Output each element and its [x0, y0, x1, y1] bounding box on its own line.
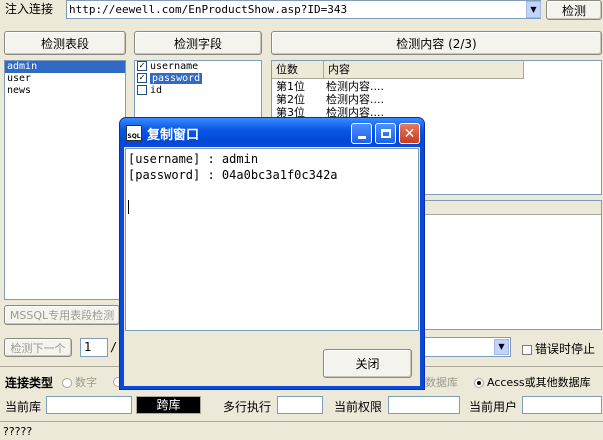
- dialog-body: [username] : admin [password] : 04a0bc3a…: [124, 147, 420, 386]
- multi-exec-input[interactable]: [277, 396, 323, 414]
- current-db-label: 当前库: [5, 400, 42, 414]
- radio-access[interactable]: Access或其他数据库: [474, 374, 591, 390]
- detect-fields-button[interactable]: 检测字段: [134, 31, 262, 55]
- minimize-icon[interactable]: [351, 123, 372, 144]
- table-row[interactable]: 第1位 检测内容....: [276, 80, 384, 93]
- page-separator: /: [110, 340, 118, 354]
- radio-number[interactable]: 数字: [62, 374, 97, 390]
- field-item-id[interactable]: id: [135, 85, 261, 97]
- url-input[interactable]: http://eewell.com/EnProductShow.asp?ID=3…: [66, 0, 541, 19]
- field-name: id: [150, 85, 163, 96]
- column-header[interactable]: 位数: [272, 61, 324, 79]
- detect-tables-button[interactable]: 检测表段: [4, 31, 126, 55]
- close-icon[interactable]: ✕: [399, 123, 420, 144]
- chevron-down-icon[interactable]: ▼: [494, 339, 509, 355]
- current-user-label: 当前用户: [469, 400, 518, 414]
- copy-dialog: SQL 复制窗口 ✕ [username] : admin [password]…: [119, 117, 425, 390]
- select-dropdown[interactable]: ▼: [418, 337, 511, 357]
- dialog-title: 复制窗口: [147, 128, 200, 143]
- list-item[interactable]: news: [5, 85, 125, 97]
- table-row[interactable]: 第2位 检测内容....: [276, 93, 384, 106]
- current-perm-label: 当前权限: [334, 400, 383, 414]
- status-bar: ?????: [0, 421, 603, 440]
- detect-button[interactable]: 检测: [546, 0, 602, 20]
- copy-textarea[interactable]: [username] : admin [password] : 04a0bc3a…: [125, 148, 419, 331]
- checkbox-checked-icon[interactable]: ✓: [137, 61, 147, 71]
- url-text: http://eewell.com/EnProductShow.asp?ID=3…: [69, 3, 348, 16]
- list-item[interactable]: admin: [5, 61, 125, 73]
- dialog-titlebar[interactable]: SQL 复制窗口 ✕: [120, 118, 424, 147]
- field-item-username[interactable]: ✓ username: [135, 61, 261, 73]
- tables-list[interactable]: admin user news: [4, 60, 126, 300]
- fields-list[interactable]: ✓ username ✓ password id: [134, 60, 262, 120]
- error-stop-label: 错误时停止: [535, 342, 596, 356]
- checkbox-icon[interactable]: [522, 344, 532, 355]
- url-dropdown-button[interactable]: ▼: [526, 1, 541, 18]
- close-button[interactable]: 关闭: [323, 349, 412, 378]
- text-cursor: [128, 200, 129, 214]
- column-header[interactable]: 内容: [324, 61, 524, 79]
- conn-type-label: 连接类型: [5, 376, 54, 390]
- field-item-password[interactable]: ✓ password: [135, 73, 261, 85]
- current-db-input[interactable]: [46, 396, 132, 414]
- next-button[interactable]: 检测下一个: [4, 338, 72, 357]
- radio-selected-icon[interactable]: [474, 378, 484, 388]
- field-name: username: [150, 61, 199, 72]
- checkbox-icon[interactable]: [137, 85, 147, 95]
- maximize-icon[interactable]: [375, 123, 396, 144]
- sql-file-icon: SQL: [126, 125, 142, 141]
- list-item[interactable]: user: [5, 73, 125, 85]
- cross-db-button[interactable]: 跨库: [136, 396, 201, 414]
- error-stop-option[interactable]: 错误时停止: [522, 340, 595, 357]
- radio-db-label: 数据库: [425, 376, 458, 389]
- mssql-detect-button[interactable]: MSSQL专用表段检测: [4, 305, 120, 325]
- multi-exec-label: 多行执行: [223, 400, 272, 414]
- current-user-input[interactable]: [522, 396, 602, 414]
- field-name: password: [150, 73, 203, 84]
- detect-content-button[interactable]: 检测内容 (2/3): [271, 31, 602, 55]
- page-input[interactable]: 1: [80, 338, 108, 357]
- inject-label: 注入连接: [5, 2, 54, 16]
- radio-icon[interactable]: [62, 378, 72, 388]
- text-line: [username] : admin: [128, 152, 259, 166]
- text-line: [password] : 04a0bc3a1f0c342a: [128, 168, 338, 182]
- current-perm-input[interactable]: [388, 396, 460, 414]
- status-text: ?????: [3, 425, 33, 438]
- checkbox-checked-icon[interactable]: ✓: [137, 73, 147, 83]
